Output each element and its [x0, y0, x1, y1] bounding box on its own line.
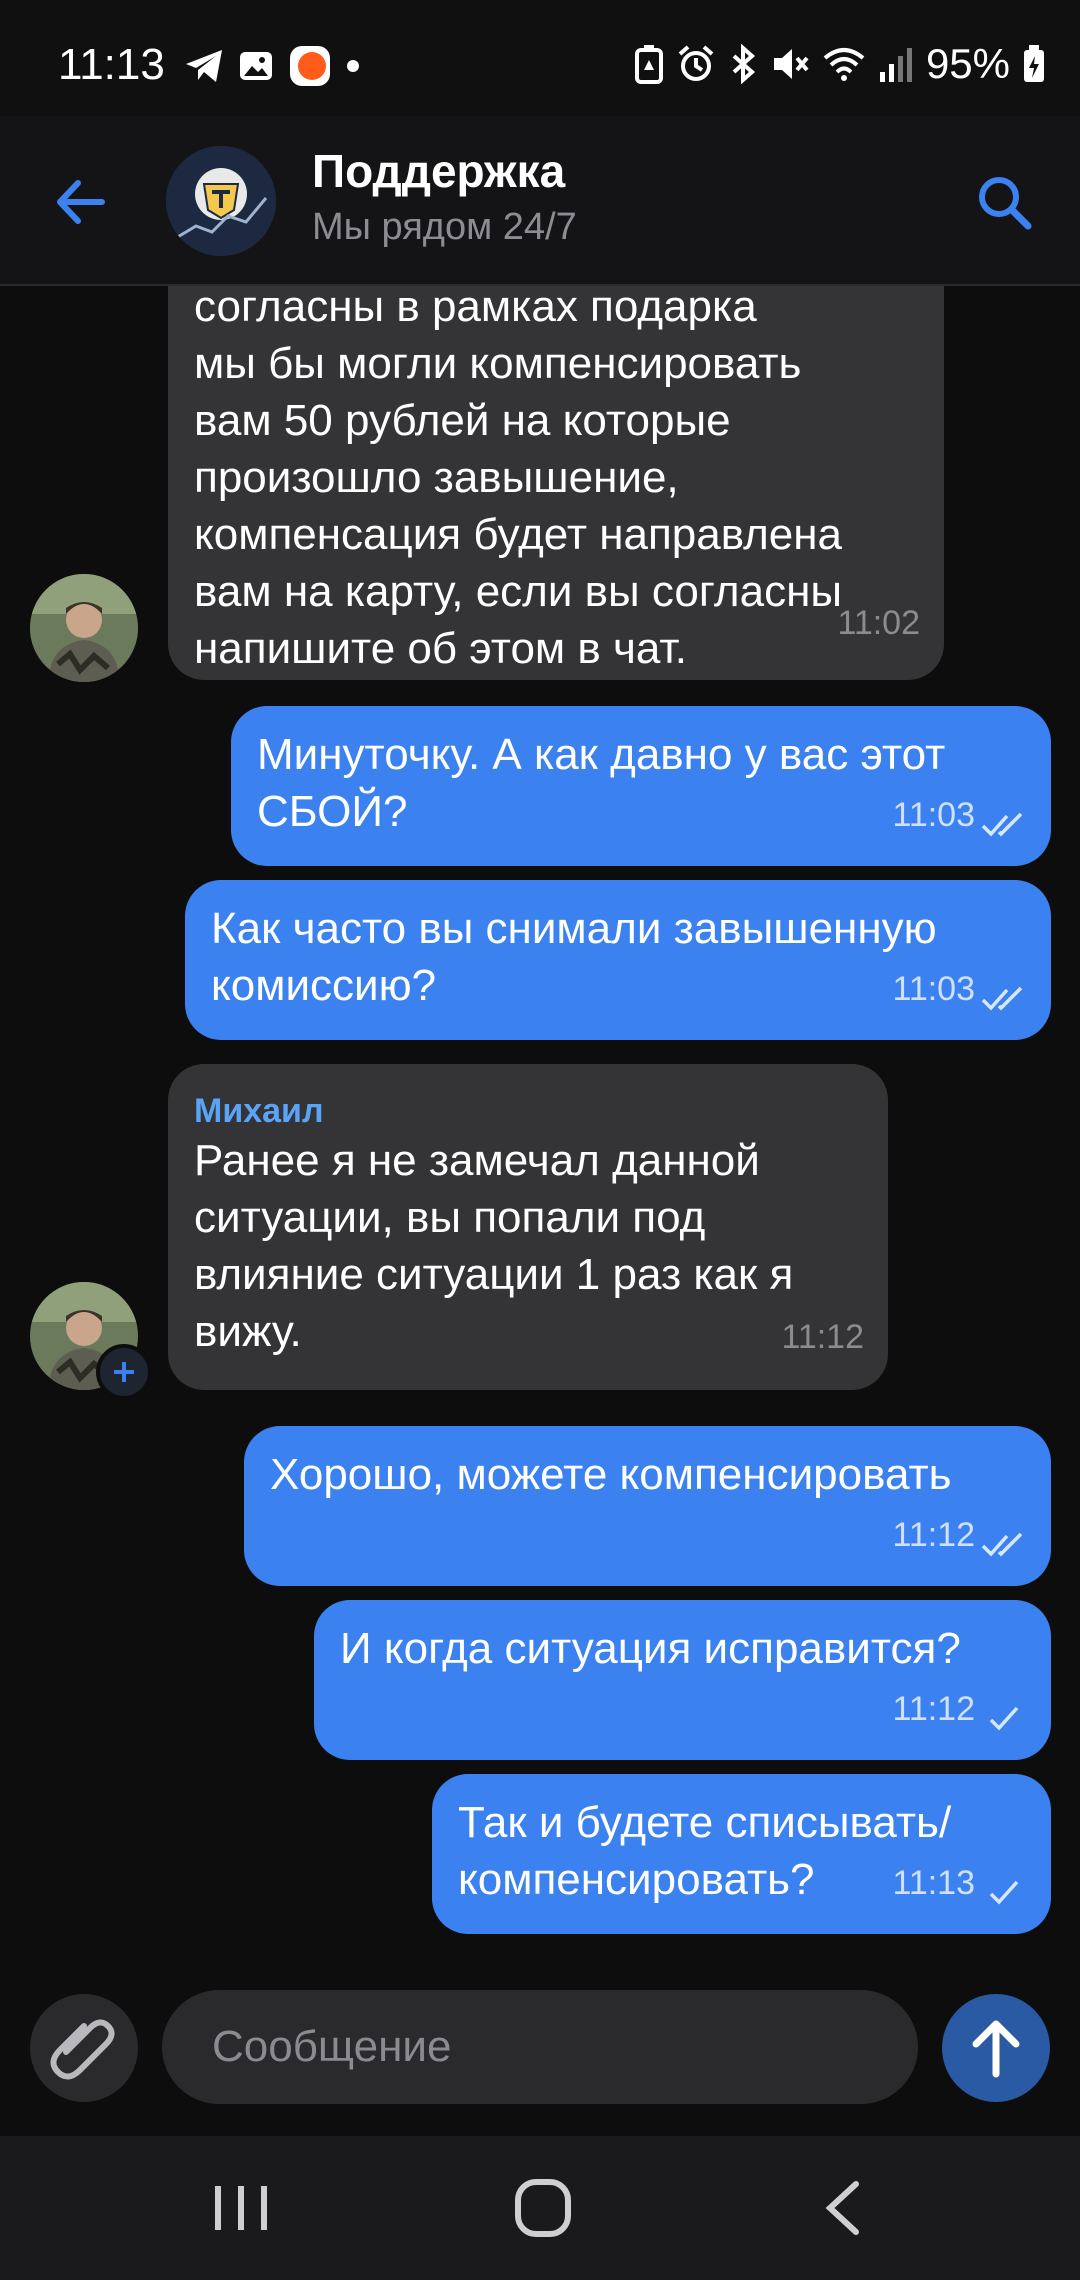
message-text: Хорошо, можете компенсировать [270, 1450, 952, 1499]
message-placeholder: Сообщение [212, 2022, 452, 2071]
battery-percent: 95% [925, 40, 1010, 87]
recent-apps-icon[interactable] [206, 2178, 276, 2238]
chat-subtitle: Мы рядом 24/7 [312, 206, 577, 248]
system-nav-bar [0, 2136, 1080, 2280]
send-button[interactable] [942, 1994, 1050, 2102]
message-input[interactable]: Сообщение [162, 1990, 918, 2104]
chat-header: Поддержка Мы рядом 24/7 [0, 116, 1080, 286]
double-check-icon [981, 986, 1023, 1011]
double-check-icon [981, 1532, 1023, 1557]
message-time: 11:12 [892, 1516, 975, 1554]
message-outgoing[interactable]: Хорошо, можете компенсировать 11:12 [244, 1426, 1051, 1586]
sender-name: Михаил [194, 1092, 324, 1130]
support-avatar[interactable] [166, 146, 276, 256]
attach-button[interactable] [30, 1994, 138, 2102]
battery-icon [1024, 45, 1044, 82]
gallery-icon [240, 52, 272, 80]
battery-saver-icon [634, 45, 663, 84]
arrow-up-icon [972, 2020, 1020, 2078]
paperclip-icon [50, 2019, 115, 2080]
message-list[interactable]: согласны в рамках подарка мы бы могли ко… [0, 286, 1080, 1966]
back-arrow-icon[interactable] [52, 174, 108, 230]
notification-icons [184, 44, 360, 88]
alarm-icon [678, 45, 714, 81]
message-outgoing[interactable]: Так и будете списывать/ компенсировать? … [432, 1774, 1051, 1934]
bank-logo-icon [166, 146, 276, 256]
dot-icon [347, 60, 359, 72]
telegram-icon [186, 50, 222, 82]
message-outgoing[interactable]: И когда ситуация исправится? 11:12 [314, 1600, 1051, 1760]
status-time: 11:13 [58, 40, 165, 89]
check-icon [989, 1706, 1019, 1731]
message-time: 11:03 [892, 970, 975, 1008]
message-incoming[interactable]: Михаил Ранее я не замечал данной ситуаци… [168, 1064, 888, 1390]
message-outgoing[interactable]: Минуточку. А как давно у вас этот СБОЙ? … [231, 706, 1051, 866]
message-time: 11:12 [892, 1690, 975, 1728]
check-icon [989, 1880, 1019, 1905]
message-outgoing[interactable]: Как часто вы снимали завышенную комиссию… [185, 880, 1051, 1040]
search-icon[interactable] [974, 172, 1034, 232]
composer: Сообщение [0, 1966, 1080, 2136]
signal-icon [879, 48, 912, 82]
message-incoming[interactable]: согласны в рамках подарка мы бы могли ко… [168, 286, 944, 680]
status-bar: 11:13 95% [0, 0, 1080, 116]
nav-back-icon[interactable] [810, 2178, 880, 2238]
system-icons: 95% [634, 40, 1046, 88]
double-check-icon [981, 812, 1023, 837]
app-notification-icon [290, 46, 330, 86]
message-time: 11:13 [892, 1864, 975, 1902]
person-photo [30, 574, 138, 682]
chat-title[interactable]: Поддержка [312, 144, 565, 198]
home-icon[interactable] [508, 2178, 578, 2238]
wifi-icon [823, 48, 865, 81]
message-time: 11:12 [781, 1318, 864, 1356]
add-contact-icon[interactable] [96, 1344, 152, 1400]
agent-avatar[interactable] [30, 574, 138, 682]
message-time: 11:03 [892, 796, 975, 834]
message-text: согласны в рамках подарка мы бы могли ко… [194, 286, 843, 673]
message-time: 11:02 [837, 604, 920, 642]
message-text: И когда ситуация исправится? [340, 1624, 961, 1673]
mute-icon [773, 49, 809, 79]
message-text: Ранее я не замечал данной ситуации, вы п… [194, 1136, 794, 1356]
bluetooth-icon [732, 44, 755, 84]
